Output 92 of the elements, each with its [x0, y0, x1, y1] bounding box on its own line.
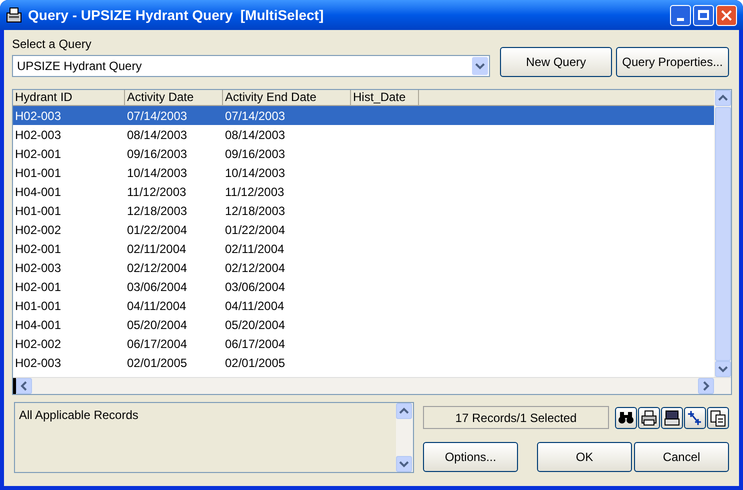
table-cell-text: H01-001	[14, 202, 62, 220]
table-row[interactable]: H04-001 11/12/2003 11/12/2003	[13, 182, 714, 201]
table-cell-text: 03/06/2004	[126, 278, 188, 296]
table-row[interactable]: H01-001 10/14/2003 10/14/2003	[13, 163, 714, 182]
window-title: Query - UPSIZE Hydrant Query [MultiSelect]	[28, 6, 325, 25]
table-cell-text: 06/17/2004	[126, 336, 188, 352]
copy-icon	[709, 408, 727, 426]
scroll-up-button[interactable]	[714, 90, 730, 106]
horizontal-scrollbar[interactable]	[13, 377, 731, 394]
table-cell-text: 09/16/2003	[224, 146, 286, 162]
table-cell-text: H02-003	[14, 126, 62, 144]
table-cell-text: 08/14/2003	[126, 126, 188, 144]
close-icon	[721, 10, 732, 20]
table-row[interactable]: H01-001 04/11/2004 04/11/2004	[13, 296, 714, 315]
scroll-thumb[interactable]	[714, 107, 730, 361]
table-cell-text: 03/06/2004	[224, 278, 286, 296]
table-cell-text: 04/11/2004	[224, 298, 286, 314]
query-properties-button[interactable]: Query Properties...	[616, 47, 729, 77]
cancel-button[interactable]: Cancel	[634, 442, 729, 472]
table-cell-text: 11/12/2003	[126, 184, 188, 200]
scroll-up-button[interactable]	[396, 403, 412, 419]
table-cell-text: H04-001	[14, 316, 62, 334]
table-cell-text: H04-001	[14, 184, 62, 200]
scroll-down-button[interactable]	[396, 456, 412, 472]
description-text: All Applicable Records	[18, 407, 140, 424]
table-cell-text: 12/18/2003	[126, 202, 188, 220]
table-row[interactable]: H02-003 07/14/2003 07/14/2003	[13, 106, 714, 125]
computer-icon	[663, 408, 681, 426]
vertical-scrollbar[interactable]	[714, 90, 731, 377]
table-cell-text: 10/14/2003	[126, 164, 188, 182]
export-button[interactable]	[661, 406, 683, 428]
table-cell-text: 02/12/2004	[126, 260, 188, 276]
table-cell-text: 07/14/2003	[126, 108, 188, 124]
table-cell-text: H02-003	[14, 260, 62, 276]
map-button[interactable]	[684, 406, 706, 428]
table-cell-text: 08/14/2003	[224, 126, 286, 144]
table-row[interactable]: H02-002 01/22/2004 01/22/2004	[13, 220, 714, 239]
table-cell-text: 02/12/2004	[224, 260, 286, 276]
table-cell-text: H01-001	[14, 164, 62, 182]
table-row[interactable]: H02-003 02/01/2005 02/01/2005	[13, 353, 714, 372]
print-button[interactable]	[638, 406, 660, 428]
column-header[interactable]: Activity Date	[125, 90, 223, 105]
select-query-label: Select a Query	[12, 36, 92, 52]
table-cell-text: 07/14/2003	[224, 108, 286, 124]
printer-icon	[640, 408, 658, 426]
table-row[interactable]: H02-001 02/11/2004 02/11/2004	[13, 239, 714, 258]
table-cell-text: 10/14/2003	[224, 164, 286, 182]
record-count-status: 17 Records/1 Selected	[423, 406, 609, 429]
scroll-right-button[interactable]	[698, 378, 714, 394]
table-cell-text: H02-001	[14, 240, 62, 258]
table-row[interactable]: H02-003 02/12/2004 02/12/2004	[13, 258, 714, 277]
maximize-button[interactable]	[693, 4, 714, 26]
table-cell-text: 04/11/2004	[126, 298, 188, 314]
table-cell-text: H02-002	[14, 336, 62, 352]
table-cell-text: 02/01/2005	[126, 354, 188, 372]
column-header[interactable]: Hist_Date	[351, 90, 419, 105]
table-cell-text: 02/11/2004	[224, 240, 286, 258]
scroll-down-button[interactable]	[714, 361, 730, 377]
table-cell-text: 09/16/2003	[126, 146, 188, 162]
table-cell-text: 01/22/2004	[126, 222, 188, 238]
scroll-left-button[interactable]	[16, 378, 32, 394]
table-row[interactable]: H02-002 06/17/2004 06/17/2004	[13, 334, 714, 353]
table-cell-text: 02/11/2004	[126, 240, 188, 258]
new-query-button[interactable]: New Query	[500, 47, 612, 77]
find-button[interactable]	[615, 406, 637, 428]
table-row[interactable]: H02-001 09/16/2003 09/16/2003	[13, 144, 714, 163]
table-row[interactable]: H02-001 03/06/2004 03/06/2004	[13, 277, 714, 296]
table-cell-text: 01/22/2004	[224, 222, 286, 238]
crosshair-icon	[686, 408, 704, 426]
table-cell-text: H02-003	[14, 354, 62, 372]
table-cell-text: H02-003	[14, 108, 62, 124]
close-button[interactable]	[716, 4, 737, 26]
copy-button[interactable]	[707, 406, 729, 428]
table-cell-text: H02-002	[14, 222, 62, 238]
table-row[interactable]: H04-001 05/20/2004 05/20/2004	[13, 315, 714, 334]
table-cell-text: 05/20/2004	[126, 316, 188, 334]
ok-button[interactable]: OK	[537, 442, 632, 472]
minimize-button[interactable]	[670, 4, 691, 26]
table-cell-text: 05/20/2004	[224, 316, 286, 334]
options-button[interactable]: Options...	[423, 442, 518, 472]
table-row[interactable]: H02-003 08/14/2003 08/14/2003	[13, 125, 714, 144]
query-dropdown[interactable]: UPSIZE Hydrant Query	[12, 55, 490, 77]
column-header[interactable]: Activity End Date	[223, 90, 351, 105]
column-header[interactable]: Hydrant ID	[13, 90, 125, 105]
table-cell-text: 02/01/2005	[224, 354, 286, 372]
table-cell-text: 11/12/2003	[224, 184, 286, 200]
table-row[interactable]: H01-001 12/18/2003 12/18/2003	[13, 201, 714, 220]
table-cell-text: H02-001	[14, 146, 62, 162]
table-cell-text: 12/18/2003	[224, 202, 286, 220]
table-cell-text: H02-001	[14, 278, 62, 296]
table-cell-text: H01-001	[14, 298, 62, 314]
table-cell-text: 06/17/2004	[224, 336, 286, 352]
